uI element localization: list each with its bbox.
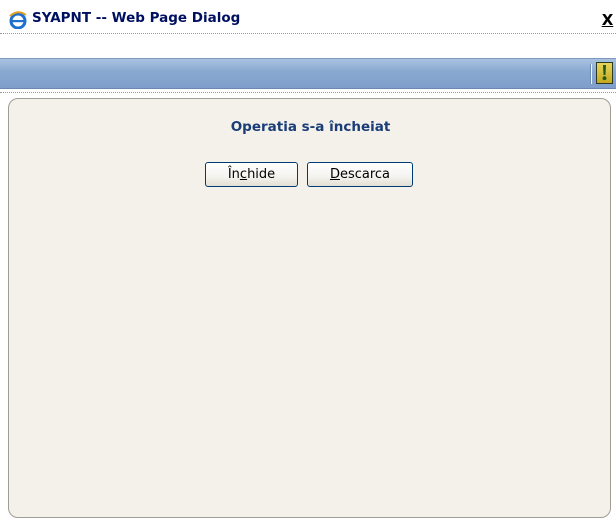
download-button[interactable]: Descarca [307,162,413,187]
close-button-label: În [227,166,240,182]
close-button-label-rest: hide [247,166,276,182]
dialog-window: SYAPNT -- Web Page Dialog X Operatia s-a… [0,0,616,526]
toolbar-separator-line [0,92,616,93]
download-button-label-rest: escarca [339,166,391,182]
close-window-button[interactable]: X [601,12,614,28]
close-button-accelerator: c [239,166,248,182]
window-title: SYAPNT -- Web Page Dialog [32,10,241,26]
close-button[interactable]: Închide [205,162,298,187]
toolbar-separator [591,64,592,84]
content-panel: Operatia s-a încheiat Închide Descarca [8,98,611,518]
title-bar: SYAPNT -- Web Page Dialog X [0,7,616,33]
alert-button[interactable] [596,62,613,84]
status-message: Operatia s-a încheiat [230,119,391,135]
exclamation-icon [602,65,607,81]
title-separator [0,33,616,34]
toolbar [0,58,616,89]
download-button-accelerator: D [329,166,340,182]
internet-explorer-icon [9,11,27,30]
